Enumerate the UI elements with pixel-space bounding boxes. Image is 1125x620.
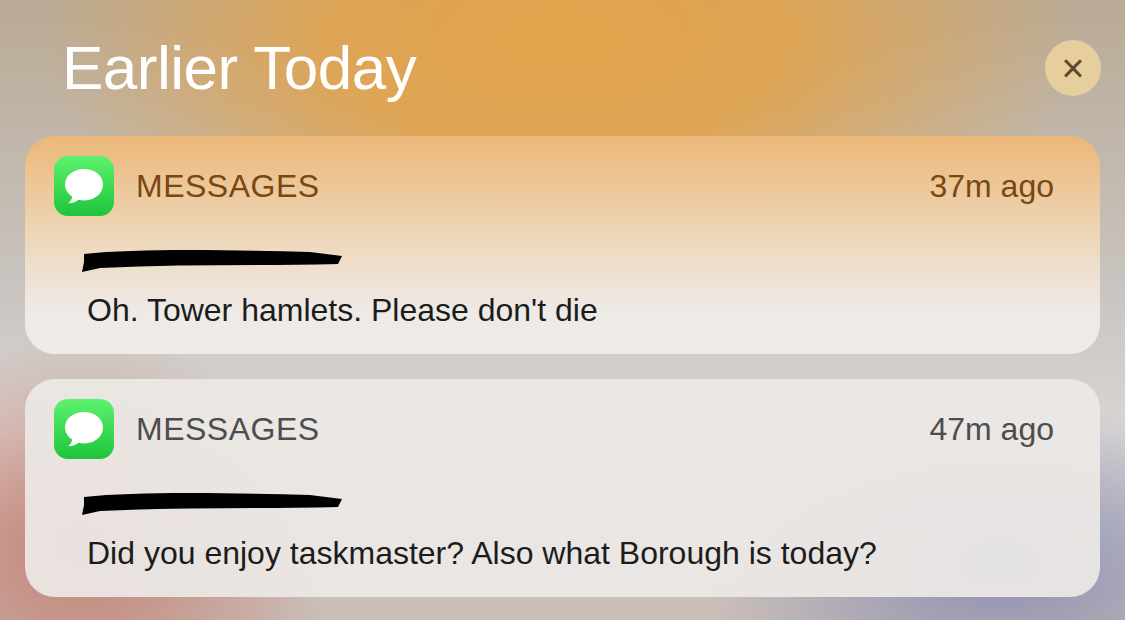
notification-message: Did you enjoy taskmaster? Also what Boro… xyxy=(87,533,1054,573)
notification-header: MESSAGES 47m ago xyxy=(54,399,1054,459)
redacted-sender xyxy=(80,246,350,276)
section-header: Earlier Today × xyxy=(0,0,1125,102)
notification-center: Earlier Today × MESSAGES 37m ago Oh. Tower h… xyxy=(0,0,1125,620)
clear-button[interactable]: × xyxy=(1045,40,1101,96)
app-name: MESSAGES xyxy=(136,162,320,210)
messages-icon xyxy=(54,399,114,459)
notification-header: MESSAGES 37m ago xyxy=(54,156,1054,216)
notification-time: 47m ago xyxy=(929,405,1054,453)
notification-message: Oh. Tower hamlets. Please don't die xyxy=(87,290,1054,330)
section-title: Earlier Today xyxy=(62,34,416,102)
notification-card[interactable]: MESSAGES 37m ago Oh. Tower hamlets. Please… xyxy=(25,136,1100,354)
notification-time: 37m ago xyxy=(929,162,1054,210)
notification-card[interactable]: MESSAGES 47m ago Did you enjoy taskmaster?… xyxy=(25,379,1100,597)
messages-icon xyxy=(54,156,114,216)
redacted-sender xyxy=(80,489,350,519)
app-name: MESSAGES xyxy=(136,405,320,453)
notification-list: MESSAGES 37m ago Oh. Tower hamlets. Please… xyxy=(0,102,1125,620)
